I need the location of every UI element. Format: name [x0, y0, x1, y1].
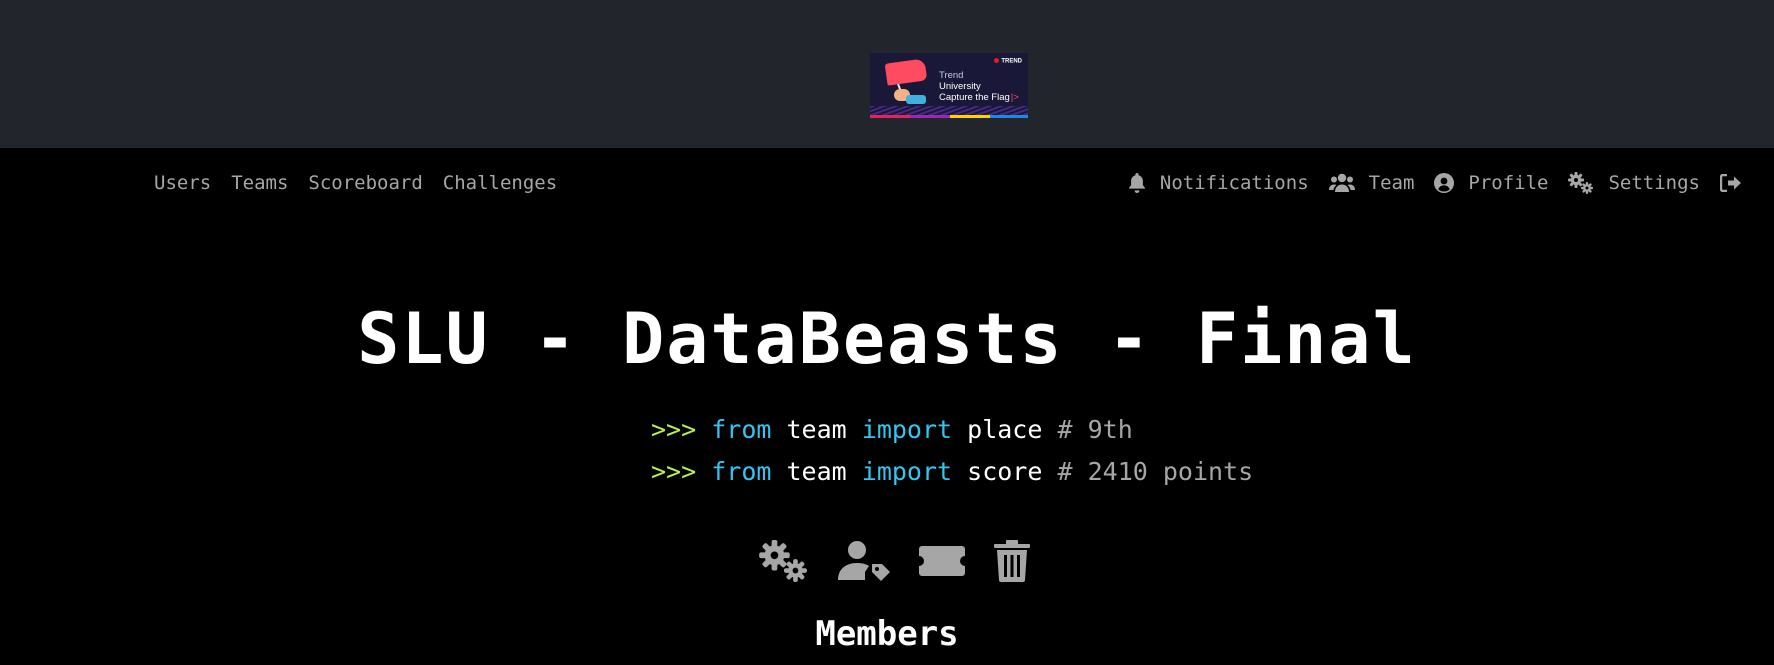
nav-settings[interactable]: Settings — [1568, 172, 1700, 194]
banner-line-3: Capture the Flag — [939, 92, 1019, 103]
user-tag-icon — [838, 541, 890, 581]
team-settings-button[interactable] — [758, 540, 810, 582]
gears-icon — [759, 540, 807, 582]
gears-icon — [1568, 172, 1594, 194]
nav-scoreboard[interactable]: Scoreboard — [308, 172, 422, 194]
prompt: >>> — [651, 415, 697, 444]
team-score-line: >>> from team import score # 2410 points — [651, 457, 1253, 486]
color-bar — [910, 115, 950, 118]
team-actions — [0, 540, 1774, 582]
keyword-from: from — [711, 415, 772, 444]
score-identifier: score — [967, 457, 1043, 486]
sign-out-icon — [1720, 174, 1741, 192]
team-captain-button[interactable] — [838, 540, 890, 582]
prompt: >>> — [651, 457, 697, 486]
user-circle-icon — [1434, 173, 1455, 193]
members-heading: Members — [815, 614, 959, 654]
color-bar — [950, 115, 990, 118]
flag-icon — [884, 58, 928, 86]
place-identifier: place — [967, 415, 1043, 444]
nav-notifications-label: Notifications — [1159, 172, 1309, 194]
team-invite-button[interactable] — [918, 540, 966, 582]
team-delete-button[interactable] — [994, 540, 1030, 582]
brand-label: TREND — [994, 58, 1022, 65]
nav-team-label: Team — [1368, 172, 1415, 194]
keyword-import: import — [861, 415, 953, 444]
team-place-line: >>> from team import place # 9th — [651, 415, 1133, 444]
nav-logout[interactable] — [1720, 174, 1742, 192]
nav-teams[interactable]: Teams — [231, 172, 288, 194]
team-title: SLU - DataBeasts - Final — [357, 298, 1417, 380]
module-name: team — [786, 457, 847, 486]
module-name: team — [786, 415, 847, 444]
nav-left: Users Teams Scoreboard Challenges — [154, 172, 557, 194]
nav-profile[interactable]: Profile — [1434, 172, 1548, 194]
color-bar — [870, 115, 910, 118]
bell-icon — [1129, 173, 1145, 193]
users-icon — [1328, 173, 1355, 192]
nav-notifications[interactable]: Notifications — [1128, 172, 1309, 194]
banner-line-1: Trend — [939, 70, 964, 81]
team-score-value: # 2410 points — [1057, 457, 1254, 486]
nav-settings-label: Settings — [1608, 172, 1700, 194]
nav-profile-label: Profile — [1468, 172, 1549, 194]
nav-users[interactable]: Users — [154, 172, 211, 194]
team-place-value: # 9th — [1057, 415, 1133, 444]
banner-line-2: University — [939, 81, 981, 92]
nav-right: Notifications Team Profile Settings — [1108, 172, 1742, 194]
keyword-from: from — [711, 457, 772, 486]
keyword-import: import — [861, 457, 953, 486]
color-bar — [990, 115, 1028, 118]
nav-team[interactable]: Team — [1328, 172, 1415, 194]
ticket-icon — [919, 546, 965, 576]
event-logo-banner[interactable]: TREND Trend University Capture the Flag — [870, 53, 1028, 118]
banner-text: Trend University Capture the Flag — [939, 70, 1019, 103]
main-navbar: Users Teams Scoreboard Challenges Notifi… — [0, 148, 1774, 218]
trash-icon — [994, 540, 1030, 582]
header-banner-area: TREND Trend University Capture the Flag — [0, 0, 1774, 148]
cuff-graphic — [906, 95, 926, 104]
nav-challenges[interactable]: Challenges — [443, 172, 557, 194]
